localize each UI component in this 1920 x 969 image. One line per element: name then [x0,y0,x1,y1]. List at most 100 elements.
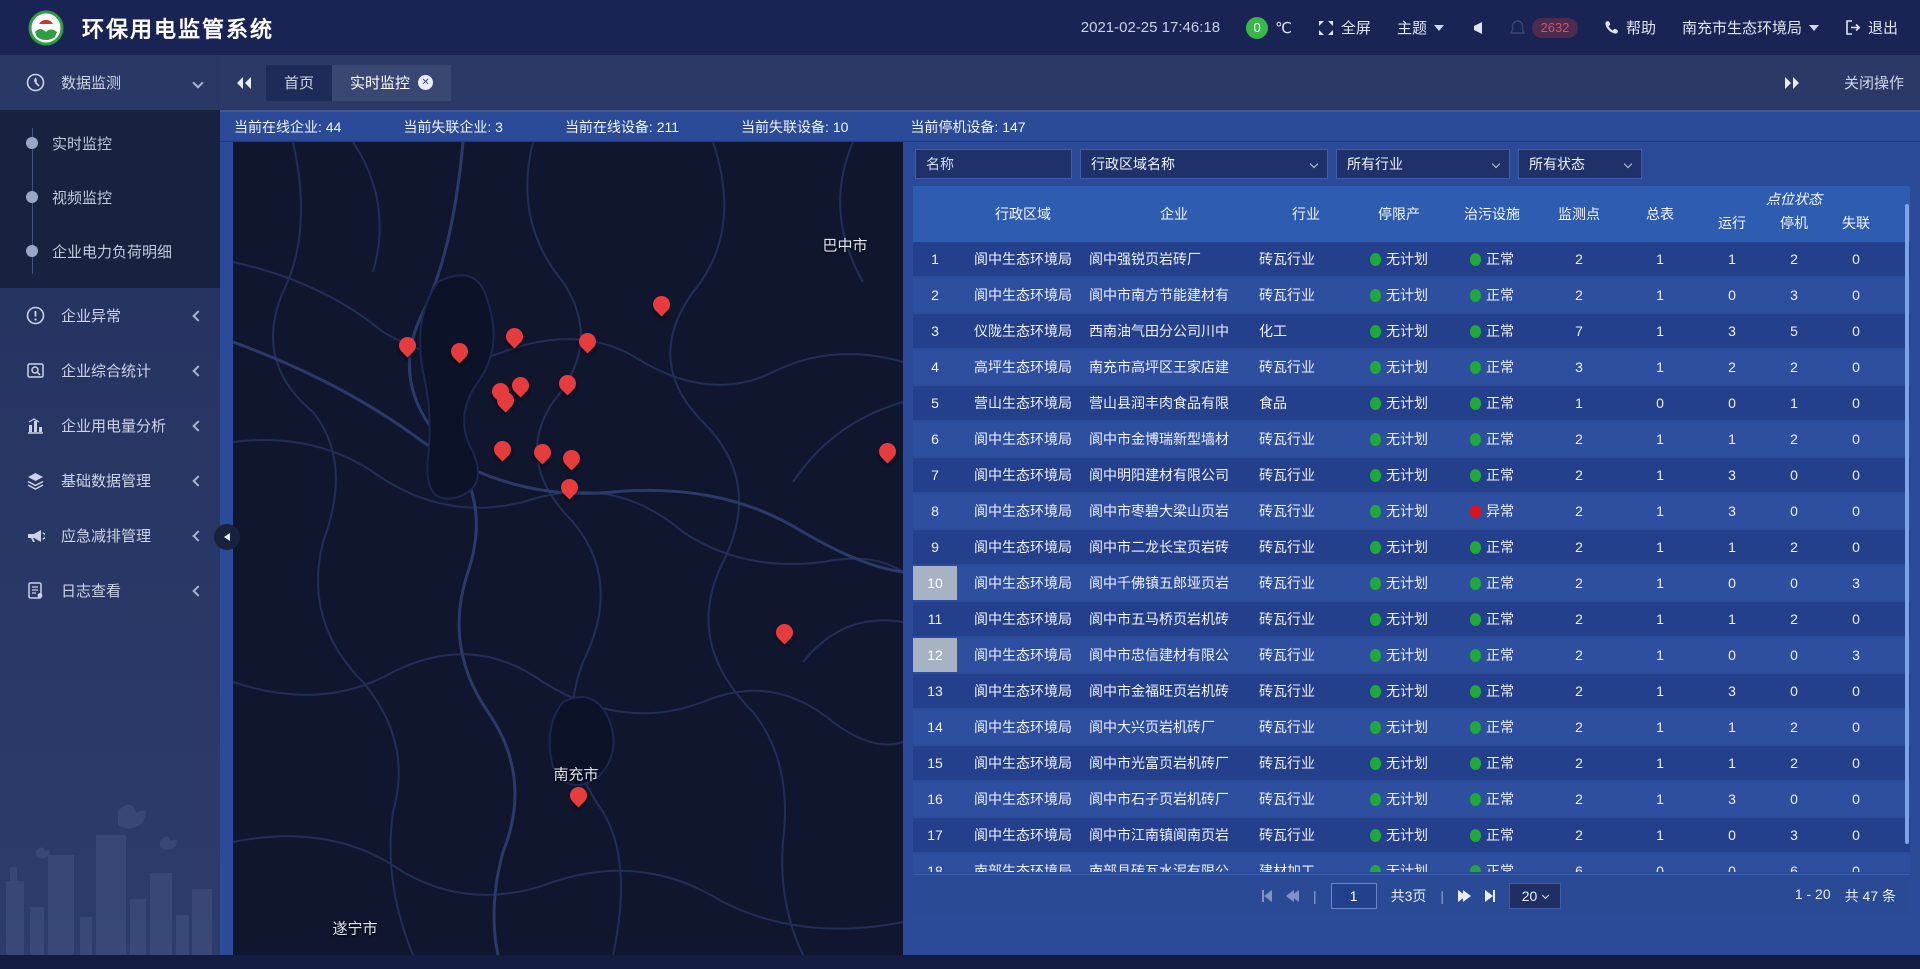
cell-index: 4 [913,350,957,384]
cell-total-meters: 1 [1619,782,1701,816]
sidebar-collapse-button[interactable] [214,524,240,550]
temperature-value: 0 [1246,17,1268,39]
table-row[interactable]: 17阆中生态环境局阆中市江南镇阆南页岩砖瓦行业无计划正常21030 [913,818,1910,852]
prev-page-button[interactable] [1286,890,1299,902]
filter-bar: 行政区域名称 所有行业 所有状态 [913,142,1910,186]
cell-plan: 无计划 [1353,530,1445,564]
status-dot-icon [1470,253,1481,266]
sidebar-group-4[interactable]: 应急减排管理 [0,508,220,563]
record-total-label: 共 47 条 [1845,886,1896,906]
cell-running: 1 [1701,242,1763,276]
cell-lost: 3 [1825,638,1887,672]
last-page-button[interactable] [1485,890,1495,902]
table-row[interactable]: 5营山生态环境局营山县润丰肉食品有限食品无计划正常10010 [913,386,1910,420]
table-row[interactable]: 11阆中生态环境局阆中市五马桥页岩机砖砖瓦行业无计划正常21120 [913,602,1910,636]
chevron-down-icon [1542,892,1549,899]
status-dot-icon [1370,793,1381,806]
logout-button[interactable]: 退出 [1845,17,1898,38]
cell-facility-status: 正常 [1445,458,1539,492]
tab-home[interactable]: 首页 [266,65,332,101]
sidebar-group-3[interactable]: 基础数据管理 [0,453,220,508]
next-page-button[interactable] [1458,890,1471,902]
sidebar-group-1[interactable]: 企业综合统计 [0,343,220,398]
table-row[interactable]: 6阆中生态环境局阆中市金博瑞新型墙材砖瓦行业无计划正常21120 [913,422,1910,456]
table-row[interactable]: 7阆中生态环境局阆中明阳建材有限公司砖瓦行业无计划正常21300 [913,458,1910,492]
industry-filter-select[interactable]: 所有行业 [1336,149,1510,179]
close-operations-button[interactable]: 关闭操作 [1844,72,1904,93]
name-filter-field[interactable] [915,149,1072,179]
sidebar-group-0[interactable]: 企业异常 [0,288,220,343]
sidebar: 数据监测 实时监控视频监控企业电力负荷明细 企业异常企业综合统计企业用电量分析基… [0,55,220,969]
table-row[interactable]: 9阆中生态环境局阆中市二龙长宝页岩砖砖瓦行业无计划正常21120 [913,530,1910,564]
cell-region: 仪陇生态环境局 [957,314,1089,348]
cell-lost: 0 [1825,242,1887,276]
stat-value: 44 [326,119,342,135]
megaphone-icon [26,526,45,545]
org-label: 南充市生态环境局 [1682,17,1802,38]
status-filter-select[interactable]: 所有状态 [1518,149,1642,179]
stat-label: 当前在线企业: [234,119,322,135]
table-row[interactable]: 14阆中生态环境局阆中大兴页岩机砖厂砖瓦行业无计划正常21120 [913,710,1910,744]
notification-badge: 2632 [1532,18,1578,38]
table-scrollbar[interactable] [1905,204,1909,844]
cell-region: 阆中生态环境局 [957,278,1089,312]
table-row[interactable]: 12阆中生态环境局阆中市忠信建材有限公砖瓦行业无计划正常21003 [913,638,1910,672]
layers-icon [26,471,45,490]
page-number-input[interactable] [1331,883,1377,909]
tabs-scroll-left-button[interactable] [236,76,252,90]
table-row[interactable]: 4高坪生态环境局南充市高坪区王家店建砖瓦行业无计划正常31220 [913,350,1910,384]
tab-bar: 首页 实时监控 ✕ 关闭操作 [220,55,1920,112]
page-size-select[interactable]: 20 [1509,883,1561,909]
sidebar-subitem-1[interactable]: 视频监控 [0,170,220,224]
org-dropdown[interactable]: 南充市生态环境局 [1682,17,1819,38]
sidebar-group-data-monitor[interactable]: 数据监测 [0,55,220,110]
name-filter-input[interactable] [926,156,1061,172]
table-row[interactable]: 15阆中生态环境局阆中市光富页岩机砖厂砖瓦行业无计划正常21120 [913,746,1910,780]
cell-monitor-points: 7 [1539,314,1619,348]
region-filter-select[interactable]: 行政区域名称 [1080,149,1328,179]
cell-industry: 砖瓦行业 [1259,710,1353,744]
table-row[interactable]: 16阆中生态环境局阆中市石子页岩机砖厂砖瓦行业无计划正常21300 [913,782,1910,816]
map-panel[interactable]: 巴中市南充市遂宁市 [233,142,903,955]
sidebar-subitem-label: 企业电力负荷明细 [52,241,172,262]
tab-close-icon[interactable]: ✕ [418,75,433,90]
logout-label: 退出 [1868,17,1898,38]
sidebar-subitem-2[interactable]: 企业电力负荷明细 [0,224,220,278]
fullscreen-button[interactable]: 全屏 [1318,17,1371,38]
cell-running: 1 [1701,746,1763,780]
status-dot-icon [1470,793,1481,806]
phone-icon [1604,20,1619,35]
sub-column-header-2: 失联 [1825,212,1887,242]
stats-search-icon [26,361,45,380]
table-row[interactable]: 10阆中生态环境局阆中千佛镇五郎垭页岩砖瓦行业无计划正常21003 [913,566,1910,600]
notifications-button[interactable]: 2632 [1510,18,1578,38]
sidebar-subitem-0[interactable]: 实时监控 [0,116,220,170]
cell-facility-status: 正常 [1445,278,1539,312]
chevron-down-icon [1310,160,1318,168]
status-dot-icon [1470,721,1481,734]
city-skyline-decoration [0,789,220,969]
status-dot-icon [1370,865,1381,873]
chevron-left-icon [192,475,203,486]
status-dot-icon [1470,541,1481,554]
first-page-button[interactable] [1262,890,1272,902]
table-row[interactable]: 13阆中生态环境局阆中市金福旺页岩机砖砖瓦行业无计划正常21300 [913,674,1910,708]
tab-realtime-monitor[interactable]: 实时监控 ✕ [332,65,451,101]
theme-dropdown[interactable]: 主题 [1397,17,1444,38]
table-row[interactable]: 3仪陇生态环境局西南油气田分公司川中化工无计划正常71350 [913,314,1910,348]
tabs-scroll-right-button[interactable] [1784,76,1800,90]
cell-industry: 建材加工 [1259,854,1353,872]
cell-stopped: 0 [1763,494,1825,528]
table-row[interactable]: 18南部生态环境局南部县砖瓦水泥有限公建材加工无计划正常60060 [913,854,1910,872]
table-row[interactable]: 8阆中生态环境局阆中市枣碧大梁山页岩砖瓦行业无计划异常21300 [913,494,1910,528]
cell-running: 3 [1701,782,1763,816]
mute-speaker-button[interactable] [1470,21,1484,35]
sidebar-group-5[interactable]: 日志查看 [0,563,220,618]
help-button[interactable]: 帮助 [1604,17,1656,38]
table-row[interactable]: 2阆中生态环境局阆中市南方节能建材有砖瓦行业无计划正常21030 [913,278,1910,312]
cell-total-meters: 1 [1619,314,1701,348]
table-row[interactable]: 1阆中生态环境局阆中强锐页岩砖厂砖瓦行业无计划正常21120 [913,242,1910,276]
sidebar-group-2[interactable]: 企业用电量分析 [0,398,220,453]
cell-total-meters: 0 [1619,386,1701,420]
cell-company: 西南油气田分公司川中 [1089,314,1259,348]
